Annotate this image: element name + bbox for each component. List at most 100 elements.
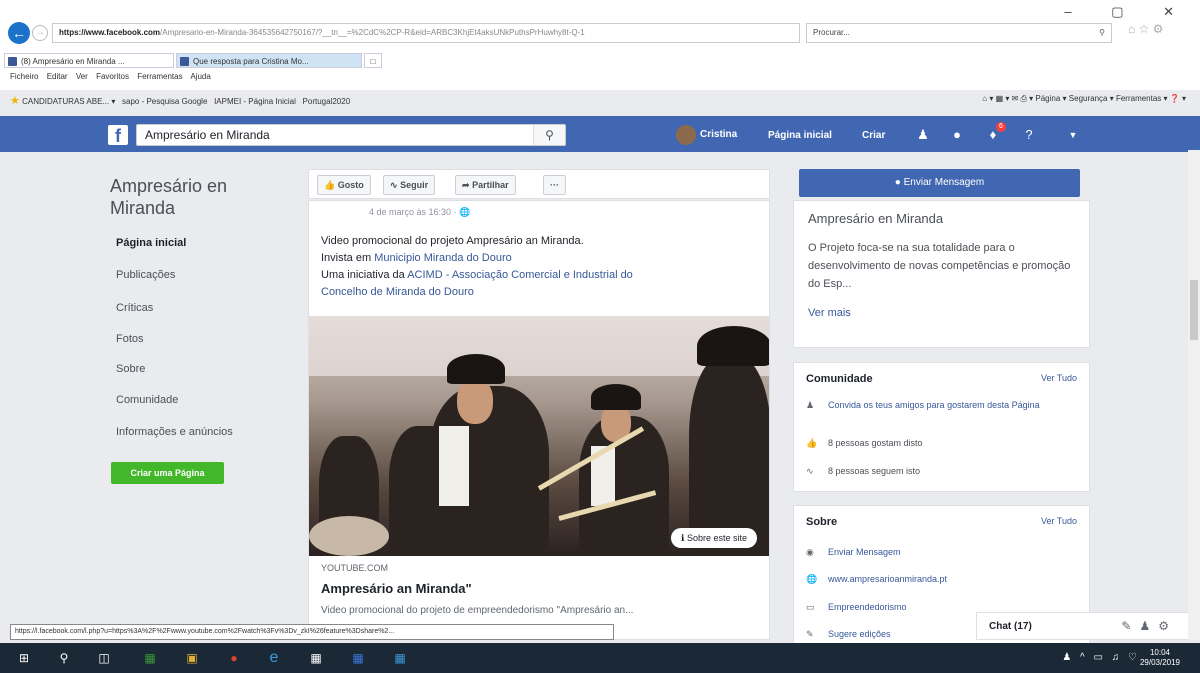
browser-search-input[interactable]: Procurar... ⚲ xyxy=(806,23,1112,43)
send-message-label: Enviar Mensagem xyxy=(903,177,985,188)
outlook-icon[interactable]: ▦ xyxy=(392,650,408,666)
fb-nav-home[interactable]: Página inicial xyxy=(768,130,832,141)
link-source: YOUTUBE.COM xyxy=(321,563,389,573)
post-timestamp[interactable]: 4 de março às 16:30 · 🌐 xyxy=(369,207,470,218)
more-button[interactable]: ··· xyxy=(543,175,566,195)
share-icon: ➦ xyxy=(462,180,470,190)
help-icon[interactable]: ❓ xyxy=(1170,94,1180,103)
like-label: Gosto xyxy=(337,180,364,190)
back-button[interactable]: ← xyxy=(8,22,30,44)
link-title[interactable]: Ampresário an Miranda" xyxy=(321,581,472,596)
cmd-tools[interactable]: Ferramentas xyxy=(1116,94,1161,103)
page-nav-posts[interactable]: Publicações xyxy=(116,269,175,281)
second-hat xyxy=(591,384,641,410)
like-button[interactable]: 👍 Gosto xyxy=(317,175,371,195)
internet-explorer-icon[interactable]: e xyxy=(266,650,282,666)
chat-bar[interactable]: Chat (17) ✎♟⚙ xyxy=(976,612,1200,640)
page-nav-home[interactable]: Página inicial xyxy=(116,237,186,249)
drummer-hat xyxy=(447,354,505,384)
window-controls[interactable]: – ▢ ✕ xyxy=(1064,4,1192,20)
about-card: Ampresário en Miranda O Projeto foca-se … xyxy=(793,200,1090,348)
post-text-line: Video promocional do projeto Ampresário … xyxy=(321,235,584,247)
send-message-button[interactable]: ● Enviar Mensagem xyxy=(799,169,1080,197)
cmd-page[interactable]: Página xyxy=(1035,94,1060,103)
compose-icon[interactable]: ✎ xyxy=(1121,619,1139,633)
windows-start-icon[interactable]: ⊞ xyxy=(16,650,32,666)
follow-button[interactable]: ∿ Seguir xyxy=(383,175,436,195)
home-icon[interactable]: ⌂ xyxy=(982,94,987,103)
page-nav-reviews[interactable]: Críticas xyxy=(116,302,153,314)
forward-button[interactable]: → xyxy=(32,25,48,41)
about-site-button[interactable]: ℹ Sobre este site xyxy=(671,528,757,548)
likes-label: 8 pessoas gostam disto xyxy=(828,438,923,448)
invite-friends-item[interactable]: ♟ Convida os teus amigos para gostarem de… xyxy=(806,399,1086,427)
acimd-link-continued[interactable]: Concelho de Miranda do Douro xyxy=(321,286,474,298)
chevron-down-icon[interactable]: ▼ xyxy=(1064,126,1082,144)
menu-help[interactable]: Ajuda xyxy=(190,72,210,81)
post-text: Uma iniciativa da xyxy=(321,269,408,281)
fb-user-name: Cristina xyxy=(700,129,738,140)
page-nav-about[interactable]: Sobre xyxy=(116,363,145,375)
acimd-link[interactable]: ACIMD - Associação Comercial e Industria… xyxy=(407,269,633,281)
page-nav-info-ads[interactable]: Informações e anúncios xyxy=(116,426,233,438)
search-icon[interactable]: ⚲ xyxy=(1099,24,1105,42)
fav-iapmei[interactable]: IAPMEI - Página Inicial xyxy=(214,97,296,106)
calculator-icon[interactable]: ▦ xyxy=(308,650,324,666)
pencil-icon: ✎ xyxy=(806,629,814,639)
fav-candidaturas[interactable]: CANDIDATURAS ABE... xyxy=(22,97,109,106)
tab-facebook[interactable]: (8) Ampresário en Miranda ... xyxy=(4,53,174,68)
page-nav-photos[interactable]: Fotos xyxy=(116,333,144,345)
help-icon[interactable]: ? xyxy=(1020,126,1038,144)
see-more-link[interactable]: Ver mais xyxy=(808,307,851,319)
tab-message[interactable]: Que resposta para Cristina Mo... xyxy=(176,53,362,68)
system-tray-icons[interactable]: ♟ ^ ▭ ♫ ♡ xyxy=(1062,652,1140,663)
menu-view[interactable]: Ver xyxy=(76,72,88,81)
chat-label: Chat (17) xyxy=(989,621,1032,632)
sobre-title: Sobre xyxy=(806,516,838,528)
facebook-logo-icon[interactable]: f xyxy=(108,125,128,146)
about-title: Ampresário en Miranda xyxy=(808,211,944,226)
sobre-see-all[interactable]: Ver Tudo xyxy=(1041,516,1077,526)
menu-file[interactable]: Ficheiro xyxy=(10,72,38,81)
page-nav-community[interactable]: Comunidade xyxy=(116,394,178,406)
file-explorer-icon[interactable]: ▣ xyxy=(184,650,200,666)
page-scrollbar[interactable] xyxy=(1188,150,1200,640)
cmd-security[interactable]: Segurança xyxy=(1069,94,1108,103)
menu-favorites[interactable]: Favoritos xyxy=(96,72,129,81)
gear-icon[interactable]: ⚙ xyxy=(1158,619,1177,633)
messenger-icon[interactable]: ● xyxy=(948,126,966,144)
create-page-button[interactable]: Criar uma Página xyxy=(111,462,224,484)
task-view-icon[interactable]: ◫ xyxy=(96,650,112,666)
group-icon[interactable]: ♟ xyxy=(1139,619,1158,633)
municipio-link[interactable]: Municipio Miranda do Douro xyxy=(374,252,512,264)
favorites-icon[interactable]: ⌂ ☆ ⚙ xyxy=(1128,22,1163,36)
tab-strip: (8) Ampresário en Miranda ... Que respos… xyxy=(0,50,1200,68)
fb-nav-create[interactable]: Criar xyxy=(862,130,885,141)
fav-sapo[interactable]: sapo - Pesquisa Google xyxy=(122,97,207,106)
website-item[interactable]: 🌐 www.ampresarioanmiranda.pt xyxy=(806,573,1086,587)
avatar xyxy=(676,125,696,145)
excel-icon[interactable]: ▦ xyxy=(142,650,158,666)
star-icon: ★ xyxy=(10,95,20,107)
address-bar[interactable]: https://www.facebook.com/Ampresario-en-M… xyxy=(52,23,800,43)
word-icon[interactable]: ▦ xyxy=(350,650,366,666)
address-path: /Ampresario-en-Miranda-364535642750167/?… xyxy=(160,28,585,37)
search-icon[interactable]: ⚲ xyxy=(533,125,565,145)
taskbar-clock[interactable]: 10:04 29/03/2019 xyxy=(1140,648,1180,668)
foreground-hat xyxy=(697,326,769,366)
share-button[interactable]: ➦ Partilhar xyxy=(455,175,516,195)
tag-icon: ▭ xyxy=(806,602,815,612)
fb-search-input[interactable]: Ampresário en Miranda ⚲ xyxy=(136,124,566,146)
sobre-message-item[interactable]: ◉ Enviar Mensagem xyxy=(806,546,1086,560)
search-icon[interactable]: ⚲ xyxy=(56,650,72,666)
page-action-bar: 👍 Gosto ∿ Seguir ➦ Partilhar ··· xyxy=(308,169,770,199)
video-thumbnail[interactable]: ℹ Sobre este site xyxy=(309,316,769,556)
friends-icon[interactable]: ♟ xyxy=(914,126,932,144)
fav-portugal2020[interactable]: Portugal2020 xyxy=(303,97,351,106)
new-tab-button[interactable]: □ xyxy=(364,53,382,68)
community-see-all[interactable]: Ver Tudo xyxy=(1041,373,1077,383)
menu-tools[interactable]: Ferramentas xyxy=(137,72,182,81)
menu-edit[interactable]: Editar xyxy=(47,72,68,81)
scrollbar-thumb[interactable] xyxy=(1190,280,1198,340)
chrome-icon[interactable]: ● xyxy=(226,650,242,666)
